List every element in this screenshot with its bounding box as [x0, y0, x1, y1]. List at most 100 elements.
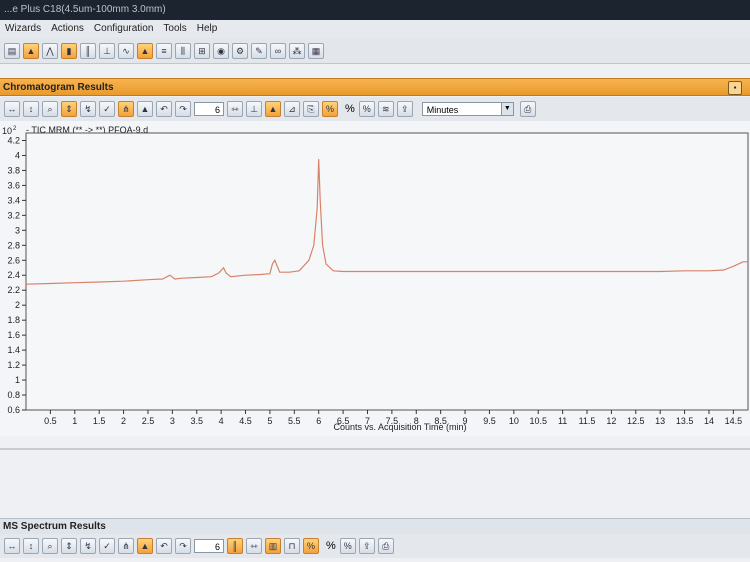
- pan-horizontal-icon[interactable]: ↔: [4, 101, 20, 117]
- percent-toggle-icon[interactable]: %: [322, 101, 338, 117]
- x-tick-label: 0.5: [44, 416, 57, 426]
- bar-chart-icon[interactable]: ▮: [61, 42, 77, 59]
- normalize-icon[interactable]: %: [339, 538, 356, 554]
- y-tick-label: 2.2: [7, 285, 20, 295]
- spectrum-icon[interactable]: ║: [80, 42, 96, 59]
- method-icon[interactable]: ✎: [251, 42, 267, 59]
- percent-label[interactable]: %: [345, 103, 355, 115]
- profile-icon[interactable]: ⊓: [284, 538, 300, 554]
- x-tick-label: 10.5: [529, 416, 547, 426]
- redo-icon[interactable]: ↷: [175, 538, 191, 554]
- select-tool-icon[interactable]: ↯: [80, 538, 96, 554]
- y-tick-label: 1.2: [7, 360, 20, 370]
- panel-divider[interactable]: [0, 448, 750, 450]
- y-tick-label: 0.6: [7, 405, 20, 415]
- library-icon[interactable]: ◉: [213, 42, 229, 59]
- step-input[interactable]: 6: [194, 102, 224, 116]
- y-tick-label: 3: [15, 225, 20, 235]
- print-icon[interactable]: ⎙: [519, 101, 536, 117]
- spectrum-panel-header: MS Spectrum Results: [0, 518, 750, 534]
- undo-icon[interactable]: ↶: [156, 538, 172, 554]
- stack-icon[interactable]: ≡: [156, 42, 172, 59]
- peak-label-icon[interactable]: ⋔: [118, 538, 134, 554]
- copy-icon[interactable]: ⎘: [303, 101, 319, 117]
- fit-range-icon[interactable]: ⇿: [227, 101, 243, 117]
- pan-vertical-icon[interactable]: ↕: [23, 538, 39, 554]
- menu-configuration[interactable]: Configuration: [89, 20, 158, 38]
- redo-icon[interactable]: ↷: [175, 101, 191, 117]
- integrate-icon[interactable]: ▲: [23, 42, 39, 59]
- x-tick-label: 4.5: [239, 416, 252, 426]
- x-tick-label: 13.5: [676, 416, 694, 426]
- y-tick-label: 4: [15, 150, 20, 160]
- spectrum-bars-icon[interactable]: ║: [227, 538, 243, 554]
- zoom-icon[interactable]: ⌕: [42, 538, 58, 554]
- x-tick-label: 2: [121, 416, 126, 426]
- menu-actions[interactable]: Actions: [46, 20, 89, 38]
- peak-icon[interactable]: ⋀: [42, 42, 58, 59]
- export-icon[interactable]: ⇪: [358, 538, 375, 554]
- x-tick-label: 8: [414, 416, 419, 426]
- x-tick-label: 6.5: [337, 416, 350, 426]
- step-input[interactable]: 6: [194, 539, 224, 553]
- x-tick-label: 14.5: [725, 416, 743, 426]
- y-tick-label: 4.2: [7, 135, 20, 145]
- select-tool-icon[interactable]: ↯: [80, 101, 96, 117]
- stack-traces-icon[interactable]: ≋: [377, 101, 394, 117]
- normalize-icon[interactable]: %: [358, 101, 375, 117]
- x-tick-label: 8.5: [434, 416, 447, 426]
- y-exponent-text: 2: [13, 126, 17, 132]
- y-tick-label: 1.8: [7, 315, 20, 325]
- compare-icon[interactable]: ⊞: [194, 42, 210, 59]
- autoscale-y-icon[interactable]: ⇕: [61, 538, 77, 554]
- chevron-down-icon: ▼: [500, 103, 513, 115]
- y-tick-label: 2.4: [7, 270, 20, 280]
- highlight-peak-icon[interactable]: ▲: [137, 42, 153, 59]
- fill-peak-icon[interactable]: ▲: [137, 101, 153, 117]
- time-unit-select[interactable]: Minutes ▼: [421, 102, 514, 116]
- threshold-icon[interactable]: ⊥: [246, 101, 262, 117]
- menu-help[interactable]: Help: [192, 20, 223, 38]
- x-tick-label: 3: [170, 416, 175, 426]
- peak-label-icon[interactable]: ⋔: [118, 101, 134, 117]
- y-tick-label: 1.6: [7, 330, 20, 340]
- autoscale-y-icon[interactable]: ⇕: [61, 101, 77, 117]
- group-icon[interactable]: ⁂: [289, 42, 305, 59]
- fit-range-icon[interactable]: ⇿: [246, 538, 262, 554]
- manual-integrate-icon[interactable]: ✓: [99, 538, 115, 554]
- x-tick-label: 3.5: [190, 416, 203, 426]
- mass-label-icon[interactable]: ▥: [265, 538, 281, 554]
- baseline-icon[interactable]: ⊥: [99, 42, 115, 59]
- x-tick-label: 5.5: [288, 416, 301, 426]
- export-icon[interactable]: ⇪: [396, 101, 413, 117]
- chromatogram-panel-header: Chromatogram Results ▪: [0, 78, 750, 96]
- pin-icon[interactable]: ▪: [728, 81, 742, 95]
- scale-icon[interactable]: ⊿: [284, 101, 300, 117]
- baseline-draw-icon[interactable]: ▲: [265, 101, 281, 117]
- zoom-peak-icon[interactable]: ∿: [118, 42, 134, 59]
- pan-horizontal-icon[interactable]: ↔: [4, 538, 20, 554]
- x-tick-label: 12.5: [627, 416, 645, 426]
- y-tick-label: 3.6: [7, 180, 20, 190]
- chromatogram-plot-area[interactable]: 10 2 - TIC MRM (** -> **) PFOA-9.d Count…: [0, 121, 750, 436]
- zoom-icon[interactable]: ⌕: [42, 101, 58, 117]
- y-tick-label: 0.8: [7, 390, 20, 400]
- menu-wizards[interactable]: Wizards: [0, 20, 46, 38]
- report-icon[interactable]: ▦: [308, 42, 324, 59]
- percent-toggle-icon[interactable]: %: [303, 538, 319, 554]
- print-icon[interactable]: ⎙: [377, 538, 394, 554]
- undo-icon[interactable]: ↶: [156, 101, 172, 117]
- link-icon[interactable]: ∞: [270, 42, 286, 59]
- window-title-bar: ...e Plus C18(4.5um-100mm 3.0mm): [0, 0, 750, 20]
- overlay-icon[interactable]: ⫼: [175, 42, 191, 59]
- fill-peak-icon[interactable]: ▲: [137, 538, 153, 554]
- x-tick-label: 9.5: [483, 416, 496, 426]
- percent-label[interactable]: %: [326, 540, 336, 552]
- manual-integrate-icon[interactable]: ✓: [99, 101, 115, 117]
- open-icon[interactable]: ▤: [4, 42, 20, 59]
- menu-tools[interactable]: Tools: [158, 20, 191, 38]
- settings-icon[interactable]: ⚙: [232, 42, 248, 59]
- x-tick-label: 7.5: [386, 416, 399, 426]
- pan-vertical-icon[interactable]: ↕: [23, 101, 39, 117]
- main-toolbar: ▤ ▲ ⋀ ▮ ║ ⊥ ∿ ▲ ≡ ⫼ ⊞ ◉ ⚙ ✎ ∞ ⁂ ▦: [0, 38, 750, 64]
